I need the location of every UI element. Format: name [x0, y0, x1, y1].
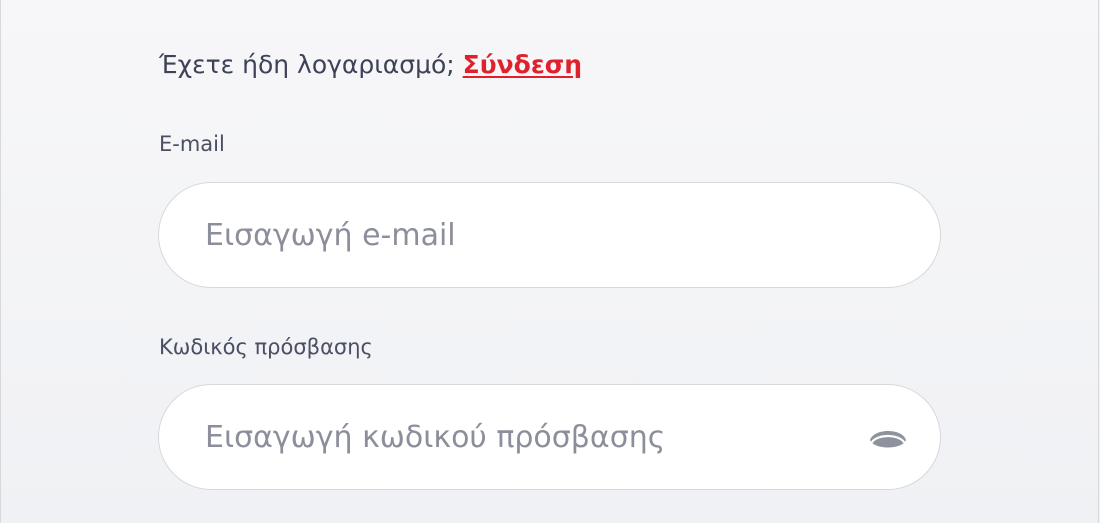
password-field-container[interactable]: [158, 384, 941, 490]
signin-prompt: Έχετε ήδη λογαριασμό; Σύνδεση: [159, 50, 582, 79]
signup-form-card: Έχετε ήδη λογαριασμό; Σύνδεση E-mail Κωδ…: [0, 0, 1099, 523]
password-input[interactable]: [205, 385, 845, 489]
signin-link[interactable]: Σύνδεση: [463, 50, 582, 79]
email-label: E-mail: [159, 132, 225, 156]
email-input[interactable]: [205, 183, 845, 287]
eye-icon[interactable]: [869, 422, 907, 454]
password-label: Κωδικός πρόσβασης: [159, 335, 373, 359]
email-field-container[interactable]: [158, 182, 941, 288]
signin-prompt-text: Έχετε ήδη λογαριασμό;: [159, 50, 455, 79]
